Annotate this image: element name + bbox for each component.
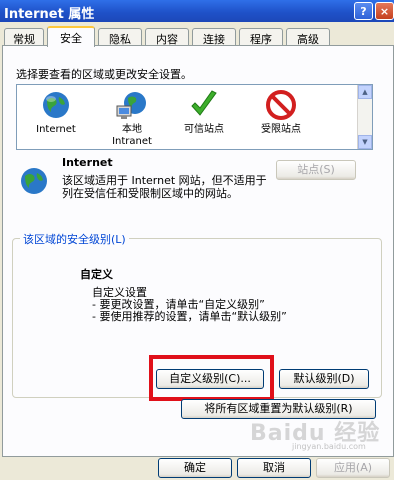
tab-general[interactable]: 常规 <box>4 28 44 46</box>
ok-button[interactable]: 确定 <box>158 458 232 478</box>
window-title: Internet 属性 <box>4 7 95 22</box>
watermark-url: jingyan.baidu.com <box>292 442 366 451</box>
intranet-icon <box>116 92 146 119</box>
selected-zone-description: 该区域适用于 Internet 网站，但不适用于列在受信任和受限制区域中的网站。 <box>62 174 267 200</box>
scroll-up-icon[interactable]: ▲ <box>358 85 372 99</box>
zone-label: 受限站点 <box>261 124 301 135</box>
zone-list-scrollbar[interactable]: ▲ ▼ <box>357 85 372 149</box>
zone-trusted-sites[interactable]: 可信站点 <box>169 89 239 136</box>
title-bar: Internet 属性 <box>0 0 394 22</box>
checkmark-icon <box>191 90 217 116</box>
zone-local-intranet[interactable]: 本地 Intranet <box>97 89 167 148</box>
help-icon: ? <box>360 4 367 18</box>
close-icon: × <box>379 4 390 18</box>
cancel-button[interactable]: 取消 <box>237 458 311 478</box>
no-entry-icon <box>266 90 296 120</box>
help-button[interactable]: ? <box>354 2 373 20</box>
tab-content[interactable]: 内容 <box>145 28 189 46</box>
security-level-group-title: 该区域的安全级别(L) <box>20 231 129 247</box>
default-level-button[interactable]: 默认级别(D) <box>279 369 369 389</box>
apply-button[interactable]: 应用(A) <box>316 458 390 478</box>
zone-label: 本地 Intranet <box>112 124 152 147</box>
instruction-text: 选择要查看的区域或更改安全设置。 <box>16 68 192 81</box>
highlight-box <box>149 355 274 401</box>
zone-list: Internet 本地 Intranet 可信站点 受限站点 ▲ ▼ <box>16 84 373 150</box>
zone-label: 可信站点 <box>184 124 224 135</box>
tab-label: 安全 <box>60 32 82 45</box>
zone-restricted-sites[interactable]: 受限站点 <box>246 89 316 136</box>
sites-button[interactable]: 站点(S) <box>276 160 356 180</box>
tab-security[interactable]: 安全 <box>47 26 95 47</box>
tab-advanced[interactable]: 高级 <box>286 28 330 46</box>
globe-icon <box>21 168 47 194</box>
tab-strip: 常规 安全 隐私 内容 连接 程序 高级 <box>0 26 394 47</box>
zone-label: Internet <box>36 124 76 135</box>
close-button[interactable]: × <box>375 2 394 20</box>
security-level-desc-line: - 要使用推荐的设置，请单击“默认级别” <box>92 310 287 323</box>
tab-programs[interactable]: 程序 <box>239 28 283 46</box>
zone-internet[interactable]: Internet <box>21 89 91 136</box>
tab-privacy[interactable]: 隐私 <box>98 28 142 46</box>
security-level-name: 自定义 <box>80 268 113 281</box>
tab-connections[interactable]: 连接 <box>192 28 236 46</box>
globe-icon <box>43 92 69 118</box>
scroll-down-icon[interactable]: ▼ <box>358 135 372 149</box>
selected-zone-title: Internet <box>62 156 113 169</box>
